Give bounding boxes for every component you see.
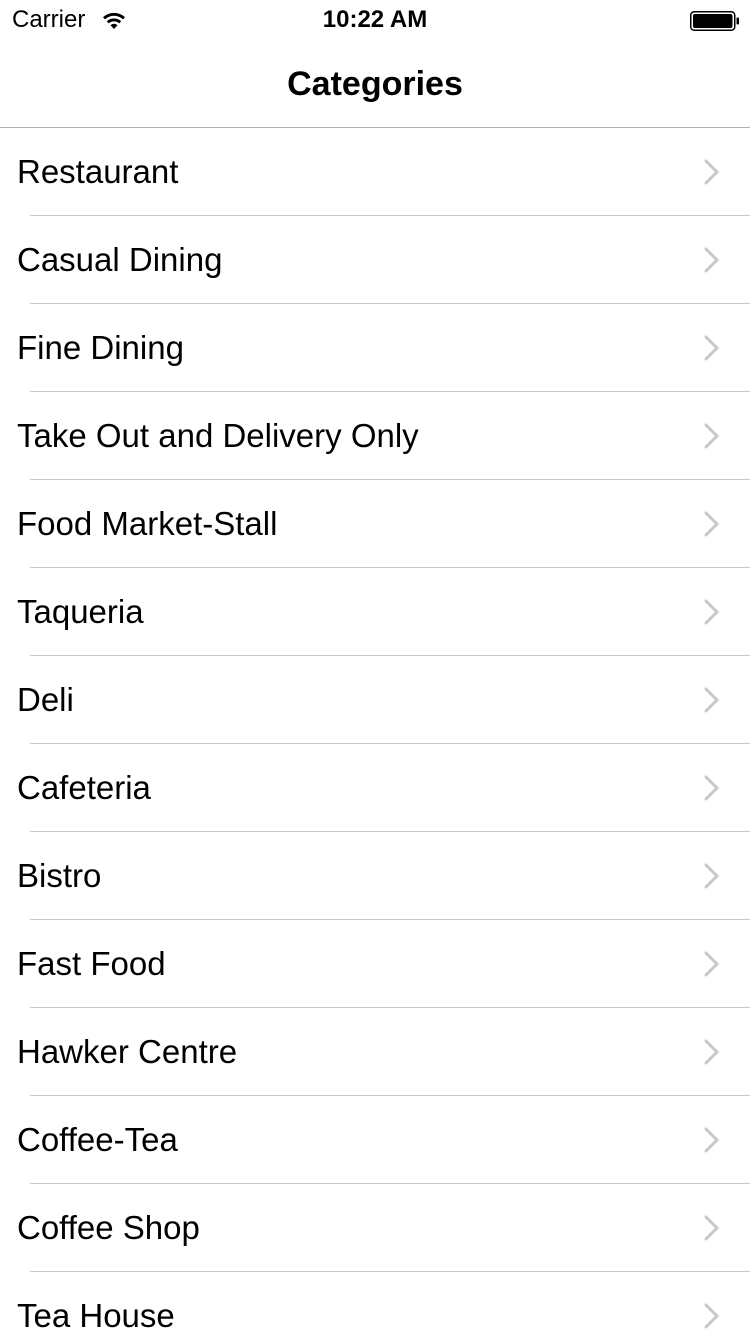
list-item-label: Take Out and Delivery Only [17,417,419,454]
list-item-label: Taqueria [17,593,144,630]
screen: Carrier 10:22 AM Categories Restaurant C… [0,0,750,1334]
chevron-right-icon [704,863,719,889]
page-title: Categories [287,65,463,103]
list-item[interactable]: Take Out and Delivery Only [0,392,750,480]
chevron-right-icon [704,511,719,537]
battery-icon [690,11,739,31]
chevron-right-icon [704,247,719,273]
list-item[interactable]: Casual Dining [0,216,750,304]
list-item-label: Coffee-Tea [17,1121,178,1158]
list-item[interactable]: Deli [0,656,750,744]
list-item[interactable]: Cafeteria [0,744,750,832]
list-item[interactable]: Coffee Shop [0,1184,750,1272]
list-item[interactable]: Tea House [0,1272,750,1334]
status-time: 10:22 AM [322,6,428,33]
status-bar: Carrier 10:22 AM [0,0,750,40]
chevron-right-icon [704,159,719,185]
chevron-right-icon [704,335,719,361]
list-item[interactable]: Taqueria [0,568,750,656]
list-item-label: Food Market-Stall [17,505,278,542]
list-item-label: Restaurant [17,153,179,190]
list-item[interactable]: Restaurant [0,128,750,216]
chevron-right-icon [704,1039,719,1065]
list-item[interactable]: Hawker Centre [0,1008,750,1096]
chevron-right-icon [704,775,719,801]
navigation-bar: Categories [0,40,750,128]
list-item[interactable]: Food Market-Stall [0,480,750,568]
chevron-right-icon [704,423,719,449]
list-item[interactable]: Coffee-Tea [0,1096,750,1184]
list-item[interactable]: Bistro [0,832,750,920]
chevron-right-icon [704,951,719,977]
list-item[interactable]: Fast Food [0,920,750,1008]
list-item-label: Deli [17,681,74,718]
list-item-label: Fine Dining [17,329,184,366]
chevron-right-icon [704,1127,719,1153]
list-item-label: Casual Dining [17,241,223,278]
list-item-label: Coffee Shop [17,1209,200,1246]
chevron-right-icon [704,1303,719,1329]
list-item-label: Bistro [17,857,102,894]
list-item-label: Hawker Centre [17,1033,238,1070]
chevron-right-icon [704,1215,719,1241]
list-item-label: Tea House [17,1297,175,1334]
list-item[interactable]: Fine Dining [0,304,750,392]
chevron-right-icon [704,599,719,625]
list-item-label: Cafeteria [17,769,151,806]
list-item-label: Fast Food [17,945,166,982]
chevron-right-icon [704,687,719,713]
categories-list: Restaurant Casual Dining Fine Dining Tak… [0,128,750,1334]
